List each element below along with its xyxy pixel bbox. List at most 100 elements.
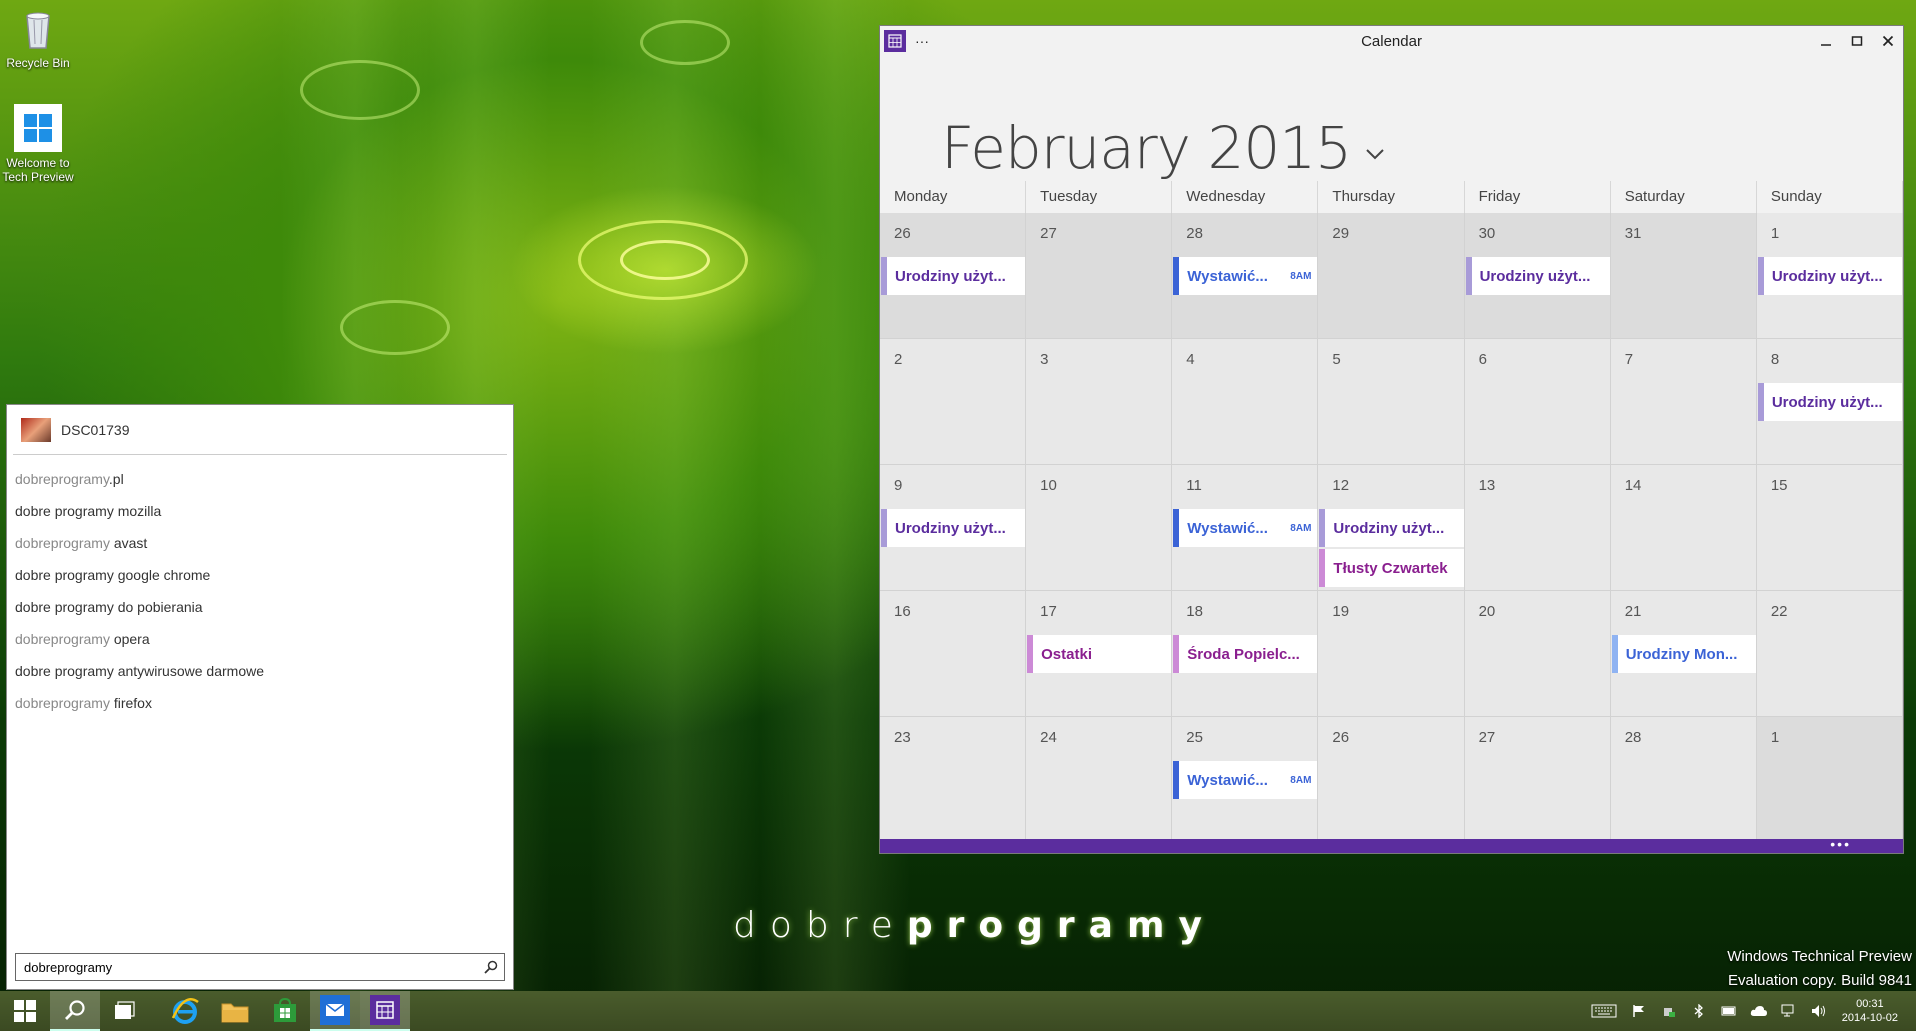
weekday-label: Sunday — [1757, 181, 1903, 213]
brand-watermark: dobreprogramy — [733, 905, 1216, 946]
day-cell[interactable]: 2 — [880, 339, 1027, 465]
day-cell[interactable]: 20 — [1464, 591, 1611, 717]
day-cell[interactable]: 27 — [1464, 717, 1611, 843]
start-button[interactable] — [0, 991, 50, 1031]
bluetooth-icon[interactable] — [1684, 991, 1714, 1031]
calendar-event[interactable]: Urodziny użyt... — [881, 509, 1026, 547]
event-title: Urodziny użyt... — [895, 267, 1006, 285]
day-cell[interactable]: 22 — [1756, 591, 1903, 717]
day-number: 27 — [1040, 225, 1057, 242]
day-cell[interactable]: 6 — [1464, 339, 1611, 465]
day-cell[interactable]: 28 Wystawić... 8AM — [1172, 213, 1319, 339]
day-number: 12 — [1332, 477, 1350, 494]
day-number: 11 — [1186, 477, 1202, 494]
day-cell[interactable]: 21 Urodziny Mon... — [1610, 591, 1757, 717]
more-menu-button[interactable]: ··· — [912, 33, 932, 49]
calendar-event[interactable]: Urodziny użyt... — [1757, 257, 1902, 295]
day-cell[interactable]: 28 — [1610, 717, 1757, 843]
desktop-icon-recycle-bin[interactable]: Recycle Bin — [0, 4, 76, 70]
calendar-button[interactable] — [360, 991, 410, 1031]
internet-explorer-button[interactable] — [160, 991, 210, 1031]
minimize-button[interactable] — [1810, 26, 1841, 56]
day-cell[interactable]: 1 Urodziny użyt... — [1756, 213, 1903, 339]
search-suggestion[interactable]: dobre programy antywirusowe darmowe — [7, 655, 513, 687]
day-cell[interactable]: 9 Urodziny użyt... — [880, 465, 1027, 591]
calendar-event[interactable]: Urodziny Mon... — [1611, 635, 1756, 673]
day-cell[interactable]: 23 — [880, 717, 1027, 843]
volume-icon[interactable] — [1804, 991, 1834, 1031]
day-cell[interactable]: 13 — [1464, 465, 1611, 591]
search-suggestion[interactable]: dobreprogramy firefox — [7, 687, 513, 719]
search-suggestion[interactable]: dobreprogramy avast — [7, 527, 513, 559]
day-cell[interactable]: 5 — [1318, 339, 1465, 465]
search-suggestion[interactable]: dobre programy mozilla — [7, 495, 513, 527]
window-title: Calendar — [1361, 32, 1422, 50]
day-cell[interactable]: 4 — [1172, 339, 1319, 465]
calendar-event[interactable]: Wystawić... 8AM — [1173, 509, 1318, 547]
calendar-event[interactable]: Wystawić... 8AM — [1173, 761, 1318, 799]
event-title: Urodziny użyt... — [1771, 393, 1883, 411]
day-cell[interactable]: 26 Urodziny użyt... — [880, 213, 1027, 339]
day-cell[interactable]: 18 Środa Popielc... — [1172, 591, 1319, 717]
chevron-down-icon[interactable] — [1365, 147, 1385, 165]
suggestion-text: dobre programy google chrome — [15, 567, 211, 583]
suggestion-text: dobre programy antywirusowe darmowe — [15, 663, 264, 679]
day-cell[interactable]: 3 — [1026, 339, 1173, 465]
app-bar-more-button[interactable]: ••• — [1830, 837, 1851, 851]
search-input[interactable] — [16, 954, 478, 980]
day-cell[interactable]: 7 — [1610, 339, 1757, 465]
day-cell[interactable]: 17 Ostatki — [1026, 591, 1173, 717]
day-cell[interactable]: 11 Wystawić... 8AM — [1172, 465, 1319, 591]
day-cell[interactable]: 19 — [1318, 591, 1465, 717]
calendar-event[interactable]: Tłusty Czwartek — [1319, 549, 1464, 587]
network-icon[interactable] — [1774, 991, 1804, 1031]
calendar-event[interactable]: Wystawić... 8AM — [1173, 257, 1318, 295]
search-top-result[interactable]: DSC01739 — [13, 405, 507, 455]
day-cell[interactable]: 8 Urodziny użyt... — [1756, 339, 1903, 465]
search-suggestion[interactable]: dobre programy google chrome — [7, 559, 513, 591]
file-explorer-button[interactable] — [210, 991, 260, 1031]
day-cell[interactable]: 1 — [1756, 717, 1903, 843]
calendar-event[interactable]: Ostatki — [1027, 635, 1172, 673]
day-cell[interactable]: 27 — [1026, 213, 1173, 339]
close-button[interactable] — [1872, 26, 1903, 56]
day-cell[interactable]: 25 Wystawić... 8AM — [1172, 717, 1319, 843]
battery-icon[interactable] — [1714, 991, 1744, 1031]
clock[interactable]: 00:31 2014-10-02 — [1834, 997, 1906, 1025]
task-view-button[interactable] — [100, 991, 150, 1031]
keyboard-icon[interactable] — [1584, 991, 1624, 1031]
calendar-event[interactable]: Środa Popielc... — [1173, 635, 1318, 673]
search-suggestion[interactable]: dobreprogramy.pl — [7, 463, 513, 495]
cloud-icon[interactable] — [1744, 991, 1774, 1031]
search-suggestion[interactable]: dobre programy do pobierania — [7, 591, 513, 623]
calendar-event[interactable]: Urodziny użyt... — [1757, 383, 1902, 421]
network-shield-icon[interactable] — [1654, 991, 1684, 1031]
day-cell[interactable]: 12 Urodziny użyt... Tłusty Czwartek — [1318, 465, 1465, 591]
search-taskbar-button[interactable] — [50, 991, 100, 1031]
day-cell[interactable]: 24 — [1026, 717, 1173, 843]
brand-light: dobre — [733, 905, 907, 946]
maximize-button[interactable] — [1841, 26, 1872, 56]
day-cell[interactable]: 29 — [1318, 213, 1465, 339]
day-cell[interactable]: 30 Urodziny użyt... — [1464, 213, 1611, 339]
day-cell[interactable]: 15 — [1756, 465, 1903, 591]
recycle-bin-icon — [14, 4, 62, 52]
flag-icon[interactable] — [1624, 991, 1654, 1031]
day-number: 25 — [1186, 729, 1203, 746]
day-number: 4 — [1186, 351, 1195, 368]
store-button[interactable] — [260, 991, 310, 1031]
month-title[interactable]: February 2015 — [941, 119, 1352, 177]
day-cell[interactable]: 14 — [1610, 465, 1757, 591]
day-cell[interactable]: 31 — [1610, 213, 1757, 339]
calendar-event[interactable]: Urodziny użyt... — [1319, 509, 1464, 547]
calendar-event[interactable]: Urodziny użyt... — [1465, 257, 1610, 295]
mail-button[interactable] — [310, 991, 360, 1031]
suggestion-text: firefox — [109, 695, 152, 711]
day-cell[interactable]: 26 — [1318, 717, 1465, 843]
day-cell[interactable]: 10 — [1026, 465, 1173, 591]
day-cell[interactable]: 16 — [880, 591, 1027, 717]
search-suggestion[interactable]: dobreprogramy opera — [7, 623, 513, 655]
search-icon[interactable] — [478, 954, 504, 980]
desktop-icon-welcome[interactable]: Welcome to Tech Preview — [0, 104, 76, 184]
calendar-event[interactable]: Urodziny użyt... — [881, 257, 1026, 295]
